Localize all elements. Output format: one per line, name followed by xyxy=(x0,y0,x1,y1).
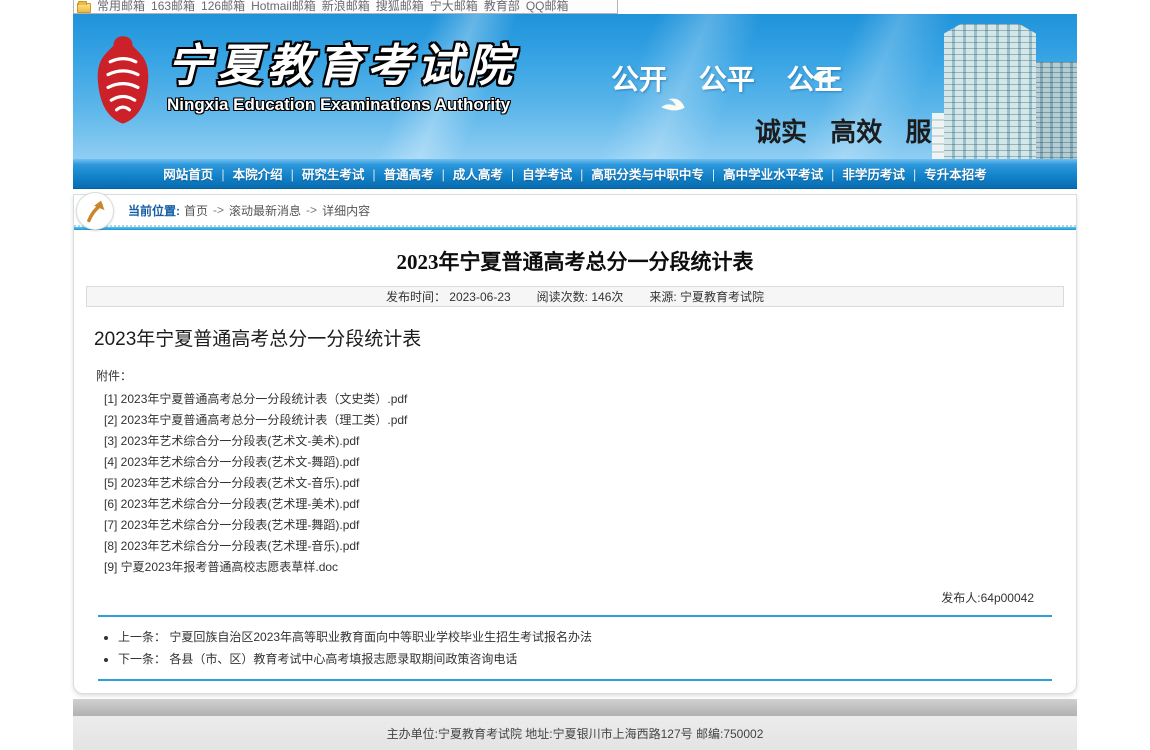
breadcrumb-separator: -> xyxy=(306,203,317,217)
divider-line xyxy=(98,679,1052,681)
attachment-link-4[interactable]: [4] 2023年艺术综合分一分段表(艺术文-舞蹈).pdf xyxy=(104,455,359,469)
nav-item-graduate-exam[interactable]: 研究生考试 xyxy=(283,164,365,183)
breadcrumb-section-link[interactable]: 滚动最新消息 xyxy=(229,202,301,219)
attachment-link-6[interactable]: [6] 2023年艺术综合分一分段表(艺术理-美术).pdf xyxy=(104,497,359,511)
main-nav-bar: 网站首页 本院介绍 研究生考试 普通高考 成人高考 自学考试 高职分类与中职中专… xyxy=(73,159,1077,189)
footer-dark-band xyxy=(73,699,1077,716)
nav-item-self-study[interactable]: 自学考试 xyxy=(503,164,572,183)
next-label: 下一条： xyxy=(118,652,166,666)
next-article-link[interactable]: 各县（市、区）教育考试中心高考填报志愿录取期间政策咨询电话 xyxy=(169,652,517,666)
building-tower-main xyxy=(944,24,1036,159)
breadcrumb-current: 详细内容 xyxy=(322,202,370,219)
attachment-link-8[interactable]: [8] 2023年艺术综合分一分段表(艺术理-音乐).pdf xyxy=(104,539,359,553)
email-link-sina[interactable]: 新浪邮箱 xyxy=(322,0,370,14)
attachments-label: 附件： xyxy=(96,367,1076,384)
city-buildings-image xyxy=(932,14,1077,159)
content-heading: 2023年宁夏普通高考总分一分段统计表 xyxy=(94,324,1076,351)
attachment-item: [6] 2023年艺术综合分一分段表(艺术理-美术).pdf xyxy=(104,494,1076,515)
email-link-163[interactable]: 163邮箱 xyxy=(151,0,195,14)
dove-icon xyxy=(811,68,837,84)
attachment-link-7[interactable]: [7] 2023年艺术综合分一分段表(艺术理-舞蹈).pdf xyxy=(104,518,359,532)
divider-line xyxy=(98,615,1052,617)
email-link-common[interactable]: 常用邮箱 xyxy=(97,0,145,14)
attachments-list: [1] 2023年宁夏普通高考总分一分段统计表（文史类）.pdf [2] 202… xyxy=(104,389,1076,578)
attachment-item: [1] 2023年宁夏普通高考总分一分段统计表（文史类）.pdf xyxy=(104,389,1076,410)
nav-item-non-academic[interactable]: 非学历考试 xyxy=(823,164,905,183)
attachment-item: [5] 2023年艺术综合分一分段表(艺术文-音乐).pdf xyxy=(104,473,1076,494)
breadcrumb-badge xyxy=(76,192,114,230)
attachment-item: [9] 宁夏2023年报考普通高校志愿表草样.doc xyxy=(104,557,1076,578)
breadcrumb-home-link[interactable]: 首页 xyxy=(184,202,208,219)
nav-item-adult-exam[interactable]: 成人高考 xyxy=(434,164,503,183)
nav-item-gaokao[interactable]: 普通高考 xyxy=(364,164,433,183)
content-card: 当前位置: 首页 -> 滚动最新消息 -> 详细内容 2023年宁夏普通高考总分… xyxy=(73,194,1077,694)
email-link-moe[interactable]: 教育部 xyxy=(484,0,520,14)
slogan-honest-efficient-service: 诚实 高效 服务 xyxy=(755,112,957,149)
site-logo-group[interactable]: 宁夏教育考试院 Ningxia Education Examinations A… xyxy=(91,34,517,128)
arrow-compass-icon xyxy=(82,198,108,224)
accent-strip xyxy=(74,227,1076,230)
nav-item-vocational[interactable]: 高职分类与中职中专 xyxy=(572,164,704,183)
site-title-chinese: 宁夏教育考试院 xyxy=(167,34,517,98)
site-title-english: Ningxia Education Examinations Authority xyxy=(167,95,517,115)
email-link-ningda[interactable]: 宁大邮箱 xyxy=(430,0,478,14)
nav-item-zhuanshengben[interactable]: 专升本招考 xyxy=(905,164,987,183)
attachment-link-1[interactable]: [1] 2023年宁夏普通高考总分一分段统计表（文史类）.pdf xyxy=(104,392,407,406)
page-column: 常用邮箱 163邮箱 126邮箱 Hotmail邮箱 新浪邮箱 搜狐邮箱 宁大邮… xyxy=(73,0,1077,750)
site-banner: 宁夏教育考试院 Ningxia Education Examinations A… xyxy=(73,14,1077,159)
article-title: 2023年宁夏普通高考总分一分段统计表 xyxy=(74,246,1076,276)
email-quicklinks-bar: 常用邮箱 163邮箱 126邮箱 Hotmail邮箱 新浪邮箱 搜狐邮箱 宁大邮… xyxy=(73,0,618,14)
attachment-link-3[interactable]: [3] 2023年艺术综合分一分段表(艺术文-美术).pdf xyxy=(104,434,359,448)
article-meta-bar: 发布时间： 2023-06-23 阅读次数: 146次 来源: 宁夏教育考试院 xyxy=(86,286,1064,307)
nav-item-academic-level[interactable]: 高中学业水平考试 xyxy=(704,164,823,183)
email-link-sohu[interactable]: 搜狐邮箱 xyxy=(376,0,424,14)
source: 来源: 宁夏教育考试院 xyxy=(649,288,764,305)
prev-label: 上一条： xyxy=(118,630,166,644)
next-article-row: 下一条： 各县（市、区）教育考试中心高考填报志愿录取期间政策咨询电话 xyxy=(118,648,1076,670)
attachment-item: [2] 2023年宁夏普通高考总分一分段统计表（理工类）.pdf xyxy=(104,410,1076,431)
nav-item-about[interactable]: 本院介绍 xyxy=(213,164,282,183)
view-count: 阅读次数: 146次 xyxy=(537,288,624,305)
attachment-link-5[interactable]: [5] 2023年艺术综合分一分段表(艺术文-音乐).pdf xyxy=(104,476,359,490)
nav-item-home[interactable]: 网站首页 xyxy=(163,164,213,183)
dove-icon xyxy=(660,94,688,113)
publish-date: 发布时间： 2023-06-23 xyxy=(386,288,511,305)
footer-host-address: 主办单位:宁夏教育考试院 地址:宁夏银川市上海西路127号 邮编:750002 xyxy=(73,725,1077,742)
publisher: 发布人:64p00042 xyxy=(74,589,1076,606)
slogan-open-fair-just: 公开 公平 公正 xyxy=(611,58,843,98)
attachment-link-2[interactable]: [2] 2023年宁夏普通高考总分一分段统计表（理工类）.pdf xyxy=(104,413,407,427)
email-link-hotmail[interactable]: Hotmail邮箱 xyxy=(251,0,316,14)
prev-next-list: 上一条： 宁夏回族自治区2023年高等职业教育面向中等职业学校毕业生招生考试报名… xyxy=(118,626,1076,670)
attachment-item: [8] 2023年艺术综合分一分段表(艺术理-音乐).pdf xyxy=(104,536,1076,557)
attachment-link-9[interactable]: [9] 宁夏2023年报考普通高校志愿表草样.doc xyxy=(104,560,338,574)
attachment-item: [7] 2023年艺术综合分一分段表(艺术理-舞蹈).pdf xyxy=(104,515,1076,536)
breadcrumb: 当前位置: 首页 -> 滚动最新消息 -> 详细内容 xyxy=(74,195,1076,227)
breadcrumb-separator: -> xyxy=(213,203,224,217)
email-link-126[interactable]: 126邮箱 xyxy=(201,0,245,14)
prev-article-link[interactable]: 宁夏回族自治区2023年高等职业教育面向中等职业学校毕业生招生考试报名办法 xyxy=(169,630,592,644)
folder-icon xyxy=(77,3,91,13)
attachment-item: [3] 2023年艺术综合分一分段表(艺术文-美术).pdf xyxy=(104,431,1076,452)
prev-article-row: 上一条： 宁夏回族自治区2023年高等职业教育面向中等职业学校毕业生招生考试报名… xyxy=(118,626,1076,648)
site-footer: 主办单位:宁夏教育考试院 地址:宁夏银川市上海西路127号 邮编:750002 … xyxy=(73,716,1077,750)
email-link-qq[interactable]: QQ邮箱 xyxy=(526,0,569,14)
seal-logo-icon xyxy=(91,34,155,128)
attachment-item: [4] 2023年艺术综合分一分段表(艺术文-舞蹈).pdf xyxy=(104,452,1076,473)
main-nav-list: 网站首页 本院介绍 研究生考试 普通高考 成人高考 自学考试 高职分类与中职中专… xyxy=(163,164,986,183)
breadcrumb-label: 当前位置: xyxy=(128,202,180,219)
